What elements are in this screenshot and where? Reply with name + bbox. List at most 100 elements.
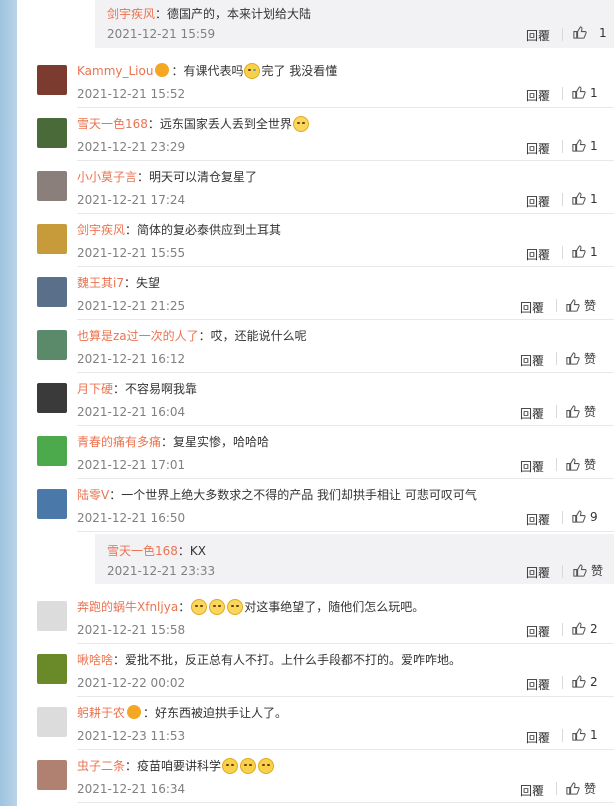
comment-text: ：明天可以清仓复星了 [137,170,258,184]
reply-button[interactable]: 回覆 [526,729,550,746]
avatar[interactable] [37,654,67,684]
comment-time: 2021-12-21 16:50 [77,511,186,525]
comment-username[interactable]: 剑宇疾风 [77,223,125,237]
avatar[interactable] [37,65,67,95]
nested-reply-like-button[interactable]: 赞 [572,562,603,579]
reply-button[interactable]: 回覆 [520,352,544,369]
thumbs-up-icon [572,728,586,741]
like-count: 1 [599,25,607,40]
emoji-icon [209,599,226,615]
like-count: 赞 [591,564,604,578]
comment-row: 魏王其i7：失望 2021-12-21 21:25 回覆 赞 [17,267,614,320]
comment-time: 2021-12-21 16:12 [77,352,186,366]
thumbs-up-icon [566,458,580,471]
avatar[interactable] [37,383,67,413]
like-button[interactable]: 2 [571,621,598,636]
comment-row: 月下硬：不容易啊我靠 2021-12-21 16:04 回覆 赞 [17,373,614,426]
comment-username[interactable]: Kammy_Liou [77,64,153,78]
nested-reply-username[interactable]: 剑宇疾风 [107,7,155,21]
reply-button[interactable]: 回覆 [526,623,550,640]
comment-username[interactable]: 虫子二条 [77,759,125,773]
comment-row: 青春的痛有多痛：复星实惨，哈哈哈 2021-12-21 17:01 回覆 赞 [17,426,614,479]
like-button[interactable]: 赞 [565,297,596,314]
comment-row: Kammy_Liou ：有课代表吗 完了 我没看懂 2021-12-21 15:52 回… [17,55,614,108]
comment-username[interactable]: 啾啥啥 [77,653,113,667]
comment-username[interactable]: 小小莫子言 [77,170,137,184]
nested-reply-username[interactable]: 雪天一色168 [107,544,178,558]
divider [562,140,563,153]
comment-time: 2021-12-21 15:55 [77,246,186,260]
comment-text-line: 青春的痛有多痛：复星实惨，哈哈哈 [77,433,269,450]
avatar[interactable] [37,171,67,201]
avatar[interactable] [37,224,67,254]
comment-row: 小小莫子言：明天可以清仓复星了 2021-12-21 17:24 回覆 1 [17,161,614,214]
nested-reply-reply-button[interactable]: 回覆 [526,564,550,581]
like-count: 赞 [584,782,597,796]
comment-row: 剑宇疾风：简体的复必泰供应到土耳其 2021-12-21 15:55 回覆 1 [17,214,614,267]
like-count: 1 [590,244,598,259]
comment-username[interactable]: 陆零V [77,488,109,502]
thumbs-up-icon [566,352,580,365]
comment-text-line: 虫子二条：疫苗咱要讲科学 [77,757,275,774]
divider [556,299,557,312]
like-button[interactable]: 赞 [565,350,596,367]
reply-button[interactable]: 回覆 [526,511,550,528]
reply-button[interactable]: 回覆 [520,782,544,799]
comment-username[interactable]: 也算是za过一次的人了 [77,329,199,343]
emoji-icon [258,758,275,774]
comments-panel: 剑宇疾风：德国产的，本来计划给大陆 2021-12-21 15:59 回覆 1 … [17,0,614,806]
like-button[interactable]: 1 [571,138,598,153]
comment-text-line: Kammy_Liou ：有课代表吗 完了 我没看懂 [77,62,337,79]
comment-username[interactable]: 魏王其i7 [77,276,124,290]
divider [556,458,557,471]
nested-reply: 剑宇疾风：德国产的，本来计划给大陆 2021-12-21 15:59 回覆 1 [95,0,614,48]
reply-button[interactable]: 回覆 [526,676,550,693]
comment-text: ：好东西被迫拱手让人了。 [143,706,288,720]
avatar[interactable] [37,277,67,307]
avatar[interactable] [37,601,67,631]
emoji-icon [227,599,244,615]
nested-reply: 雪天一色168：KX 2021-12-21 23:33 回覆 赞 [95,534,614,584]
divider [562,676,563,689]
like-button[interactable]: 9 [571,509,598,524]
comment-username[interactable]: 奔跑的蜗牛Xfnljya [77,600,178,614]
comment-text-line: 雪天一色168：远东国家丢人丢到全世界 [77,115,310,132]
like-button[interactable]: 1 [571,85,598,100]
like-button[interactable]: 赞 [565,780,596,797]
like-button[interactable]: 1 [571,191,598,206]
like-button[interactable]: 赞 [565,403,596,420]
like-button[interactable]: 1 [571,727,598,742]
nested-reply-reply-button[interactable]: 回覆 [526,27,550,44]
avatar[interactable] [37,330,67,360]
reply-button[interactable]: 回覆 [526,140,550,157]
comment-username[interactable]: 青春的痛有多痛 [77,435,161,449]
avatar[interactable] [37,436,67,466]
avatar[interactable] [37,707,67,737]
comment-text: ：爱批不批，反正总有人不打。上什么手段都不打的。爱咋咋地。 [113,653,462,667]
nested-reply-text: ：KX [177,544,206,558]
reply-button[interactable]: 回覆 [520,299,544,316]
comment-username[interactable]: 雪天一色168 [77,117,148,131]
nested-reply-like-button[interactable]: 1 [572,25,607,40]
like-button[interactable]: 2 [571,674,598,689]
avatar[interactable] [37,118,67,148]
reply-button[interactable]: 回覆 [526,87,550,104]
reply-button[interactable]: 回覆 [526,246,550,263]
like-count: 赞 [584,299,597,313]
like-button[interactable]: 赞 [565,456,596,473]
like-count: 赞 [584,458,597,472]
emoji-icon [292,116,309,132]
avatar[interactable] [37,489,67,519]
comment-username[interactable]: 躬耕于农 [77,706,125,720]
comment-username[interactable]: 月下硬 [77,382,113,396]
reply-button[interactable]: 回覆 [520,458,544,475]
vip-badge-icon [127,705,142,719]
avatar[interactable] [37,760,67,790]
comment-text: ：远东国家丢人丢到全世界 [147,117,292,131]
reply-button[interactable]: 回覆 [520,405,544,422]
reply-button[interactable]: 回覆 [526,193,550,210]
comment-text: ：一个世界上绝大多数求之不得的产品 我们却拱手相让 可悲可叹可气 [109,488,477,502]
nested-reply-time: 2021-12-21 23:33 [107,564,216,578]
like-button[interactable]: 1 [571,244,598,259]
thumbs-up-icon [566,405,580,418]
